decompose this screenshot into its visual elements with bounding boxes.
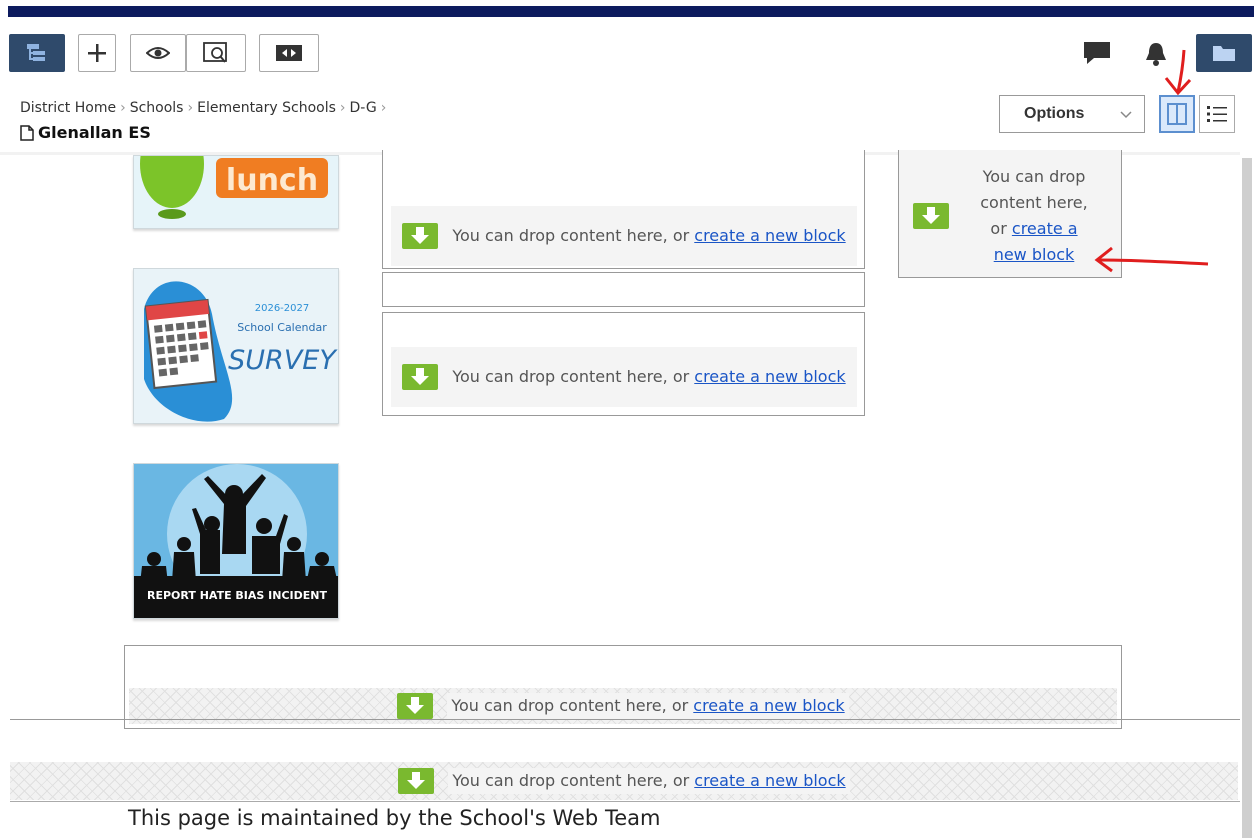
calendar-survey-tile[interactable]: 2026-2027 School Calendar SURVEY	[133, 268, 339, 424]
content-region-right: You can drop content here, or create a n…	[898, 150, 1122, 278]
breadcrumb-separator: ›	[120, 100, 126, 116]
folder-button[interactable]	[1196, 34, 1252, 72]
eye-icon	[146, 47, 170, 59]
lunch-image: lunch	[140, 156, 328, 219]
calendar-line1: School Calendar	[237, 321, 327, 334]
breadcrumb: District Home › Schools › Elementary Schools…	[20, 100, 390, 116]
drop-text: You can drop content here, or	[452, 226, 690, 245]
chevron-down-icon	[1120, 111, 1132, 119]
drop-download-icon	[398, 768, 435, 794]
lunch-text: lunch	[226, 163, 318, 198]
drop-download-icon	[397, 693, 434, 719]
top-banner	[0, 0, 1256, 20]
drop-zone[interactable]: You can drop content here, or create a n…	[391, 347, 857, 407]
report-hate-bias-image: REPORT HATE BIAS INCIDENT	[134, 464, 338, 618]
breadcrumb-separator: ›	[380, 100, 387, 116]
content-region-3: You can drop content here, or create a n…	[382, 312, 865, 416]
page-title: Glenallan ES	[20, 123, 151, 142]
scrollbar-thumb[interactable]	[1242, 158, 1252, 838]
drop-text-line: content here,	[980, 193, 1088, 212]
preview-icon	[203, 42, 227, 63]
layout-view-button[interactable]	[1159, 95, 1195, 133]
breadcrumb-item[interactable]: D-G	[350, 100, 377, 116]
view-button[interactable]	[130, 34, 186, 72]
create-new-block-link[interactable]: create a new block	[694, 367, 845, 386]
calendar-line2: SURVEY	[228, 345, 338, 376]
drop-download-icon	[402, 364, 439, 390]
calendar-year: 2026-2027	[255, 303, 310, 314]
options-dropdown[interactable]: Options	[999, 95, 1145, 133]
breadcrumb-separator: ›	[187, 100, 194, 116]
create-new-block-link[interactable]: create a new block	[694, 771, 845, 790]
plus-icon	[88, 44, 106, 62]
breadcrumb-item[interactable]: Elementary Schools	[197, 100, 336, 116]
drop-text-line: You can drop	[982, 167, 1086, 186]
columns-icon	[1167, 103, 1187, 125]
drop-download-icon	[402, 223, 439, 249]
folder-icon	[1213, 46, 1235, 61]
calendar-survey-image: 2026-2027 School Calendar SURVEY	[144, 281, 338, 422]
breadcrumb-separator: ›	[339, 100, 346, 116]
footer-text: This page is maintained by the School's …	[128, 806, 661, 830]
comments-icon[interactable]	[1082, 40, 1112, 66]
swap-icon	[276, 45, 302, 61]
drop-text: You can drop content here, or	[452, 771, 690, 790]
create-new-block-link[interactable]: new block	[994, 245, 1075, 264]
breadcrumb-item[interactable]: District Home	[20, 100, 116, 116]
drop-download-icon	[913, 203, 949, 229]
swap-button[interactable]	[259, 34, 319, 72]
drop-zone[interactable]: You can drop content here, or create a n…	[905, 160, 1117, 272]
hate-bias-text: REPORT HATE BIAS INCIDENT	[147, 589, 327, 602]
create-new-block-link[interactable]: create a	[1012, 219, 1078, 238]
create-new-block-link[interactable]: create a new block	[693, 696, 844, 715]
breadcrumb-item[interactable]: Schools	[130, 100, 184, 116]
lunch-tile[interactable]: lunch	[133, 155, 339, 229]
section-divider	[10, 719, 1240, 720]
drop-text-line: or	[990, 219, 1007, 238]
site-tree-icon	[27, 44, 45, 61]
content-region-2	[382, 272, 865, 307]
editor-toolbar	[0, 20, 1256, 90]
drop-text: You can drop content here, or	[452, 367, 690, 386]
report-hate-bias-tile[interactable]: REPORT HATE BIAS INCIDENT	[133, 463, 339, 619]
list-view-button[interactable]	[1199, 95, 1235, 133]
content-region-wide: You can drop content here, or create a n…	[124, 645, 1122, 729]
drop-zone[interactable]: You can drop content here, or create a n…	[391, 206, 857, 266]
list-icon	[1207, 106, 1227, 122]
page-title-text: Glenallan ES	[38, 123, 151, 142]
content-region-1: You can drop content here, or create a n…	[382, 150, 865, 269]
site-tree-button[interactable]	[9, 34, 65, 72]
bell-icon[interactable]	[1143, 40, 1169, 68]
drop-text: You can drop content here, or	[451, 696, 689, 715]
add-button[interactable]	[78, 34, 116, 72]
preview-button[interactable]	[186, 34, 246, 72]
options-label: Options	[1024, 105, 1085, 122]
drop-zone[interactable]: You can drop content here, or create a n…	[10, 762, 1238, 800]
create-new-block-link[interactable]: create a new block	[694, 226, 845, 245]
footer-divider	[10, 801, 1240, 802]
page-icon	[20, 124, 34, 141]
